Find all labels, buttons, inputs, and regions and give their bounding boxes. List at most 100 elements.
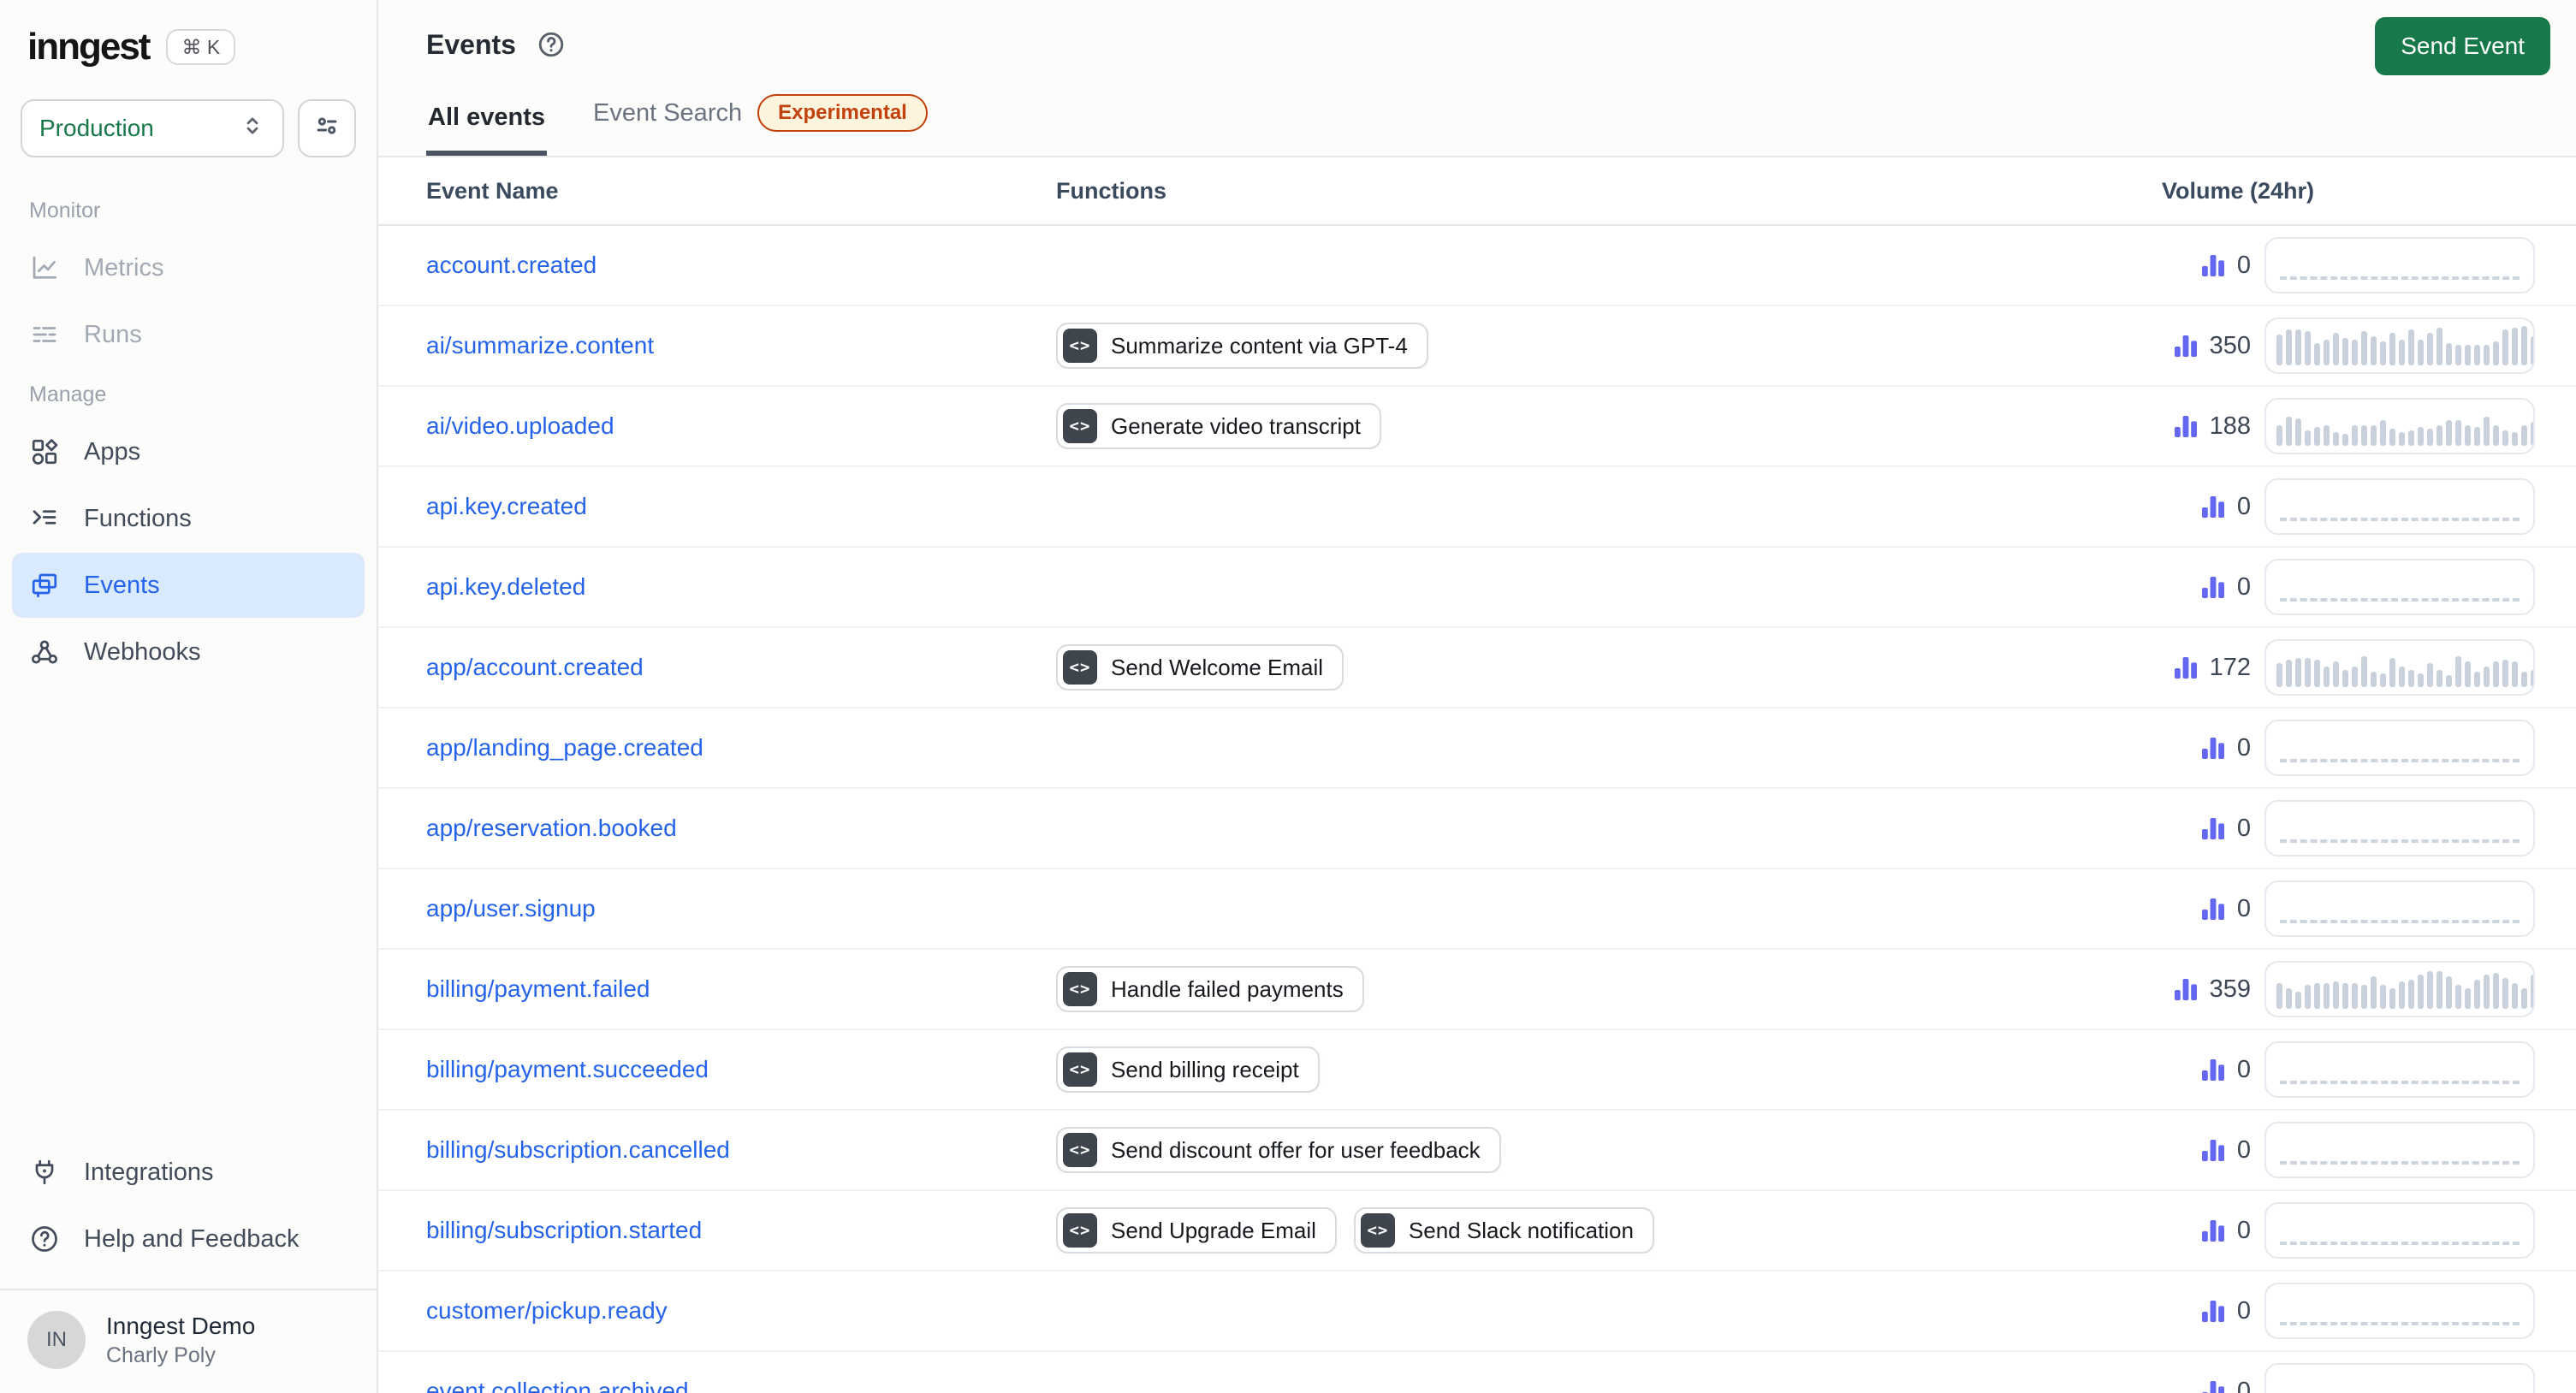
bar-chart-icon [2201, 898, 2224, 920]
event-name-link[interactable]: event.collection.archived [426, 1378, 1042, 1393]
event-name-link[interactable]: billing/subscription.started [426, 1217, 1042, 1244]
table-row: event.collection.archived 0 [378, 1352, 2576, 1393]
function-badge[interactable]: <> Send Upgrade Email [1056, 1207, 1337, 1254]
volume-count: 0 [2093, 895, 2251, 923]
column-header-functions: Functions [1056, 177, 1166, 204]
help-circle-icon [29, 1224, 60, 1254]
function-badge[interactable]: <> Send Slack notification [1353, 1207, 1654, 1254]
volume-count: 0 [2093, 252, 2251, 280]
sidebar: inngest ⌘ K Production Monitor Metrics Run… [0, 0, 378, 1393]
volume-sparkline [2264, 317, 2535, 374]
volume-count: 0 [2093, 1297, 2251, 1325]
inngest-logo: inngest [27, 26, 151, 68]
table-row: customer/pickup.ready 0 [378, 1271, 2576, 1352]
page-title: Events [426, 28, 516, 60]
column-header-event-name: Event Name [426, 177, 559, 204]
function-name: Send Welcome Email [1111, 654, 1324, 680]
table-row: billing/subscription.cancelled <> Send dis… [378, 1111, 2576, 1191]
sidebar-item-label: Webhooks [84, 637, 201, 666]
table-row: billing/payment.failed <> Handle failed pa… [378, 950, 2576, 1030]
volume-count: 0 [2093, 493, 2251, 521]
table-row: ai/video.uploaded <> Generate video transc… [378, 387, 2576, 467]
bar-chart-icon [2201, 496, 2224, 518]
volume-number: 0 [2236, 1296, 2251, 1325]
volume-sparkline [2264, 1283, 2535, 1339]
command-k-shortcut[interactable]: ⌘ K [166, 29, 236, 65]
function-badge[interactable]: <> Send billing receipt [1056, 1046, 1320, 1093]
sidebar-item-apps[interactable]: Apps [12, 419, 365, 484]
event-name-link[interactable]: billing/subscription.cancelled [426, 1136, 1042, 1164]
apps-icon [29, 436, 60, 467]
volume-sparkline [2264, 1202, 2535, 1259]
functions-cell: <> Summarize content via GPT-4 [1056, 323, 2080, 369]
event-name-link[interactable]: api.key.deleted [426, 573, 1042, 601]
sidebar-item-runs[interactable]: Runs [12, 302, 365, 367]
zero-volume-baseline [2280, 839, 2520, 843]
tab-all-events[interactable]: All events [426, 97, 547, 156]
volume-count: 359 [2093, 975, 2251, 1004]
table-row: billing/payment.succeeded <> Send billing … [378, 1030, 2576, 1111]
volume-count: 0 [2093, 1217, 2251, 1245]
volume-count: 172 [2093, 654, 2251, 682]
function-badge[interactable]: <> Generate video transcript [1056, 403, 1381, 449]
volume-count: 0 [2093, 734, 2251, 762]
sidebar-item-help-and-feedback[interactable]: Help and Feedback [12, 1206, 365, 1271]
send-event-button[interactable]: Send Event [2375, 17, 2550, 75]
volume-number: 0 [2236, 1055, 2251, 1083]
event-name-link[interactable]: billing/payment.succeeded [426, 1056, 1042, 1083]
event-name-link[interactable]: customer/pickup.ready [426, 1297, 1042, 1325]
event-name-link[interactable]: billing/payment.failed [426, 975, 1042, 1003]
table-row: app/account.created <> Send Welcome Email 1… [378, 628, 2576, 708]
function-name: Send Upgrade Email [1111, 1217, 1316, 1243]
volume-count: 0 [2093, 573, 2251, 602]
table-row: app/landing_page.created 0 [378, 708, 2576, 789]
table-row: app/user.signup 0 [378, 869, 2576, 950]
function-badge[interactable]: <> Summarize content via GPT-4 [1056, 323, 1428, 369]
user-name: Inngest Demo [106, 1313, 256, 1339]
sidebar-item-webhooks[interactable]: Webhooks [12, 619, 365, 685]
functions-cell: <> Generate video transcript [1056, 403, 2080, 449]
event-name-link[interactable]: app/account.created [426, 654, 1042, 681]
environment-settings-button[interactable] [298, 99, 356, 157]
event-name-link[interactable]: app/user.signup [426, 895, 1042, 922]
sidebar-item-integrations[interactable]: Integrations [12, 1140, 365, 1205]
event-name-link[interactable]: account.created [426, 252, 1042, 279]
sidebar-item-events[interactable]: Events [12, 553, 365, 618]
function-badge[interactable]: <> Send Welcome Email [1056, 644, 1344, 691]
volume-number: 0 [2236, 894, 2251, 922]
sidebar-item-metrics[interactable]: Metrics [12, 235, 365, 300]
function-badge[interactable]: <> Send discount offer for user feedback [1056, 1127, 1501, 1173]
event-name-link[interactable]: app/reservation.booked [426, 815, 1042, 842]
chevron-up-down-icon [240, 113, 265, 145]
help-circle-icon[interactable] [537, 30, 566, 59]
bar-chart-icon [2201, 577, 2224, 598]
function-badge[interactable]: <> Handle failed payments [1056, 966, 1364, 1012]
event-name-link[interactable]: api.key.created [426, 493, 1042, 520]
environment-selector[interactable]: Production [21, 99, 284, 157]
volume-number: 0 [2236, 814, 2251, 842]
bar-chart-icon [2174, 416, 2197, 437]
volume-count: 0 [2093, 1056, 2251, 1084]
zero-volume-baseline [2280, 276, 2520, 280]
function-name: Handle failed payments [1111, 975, 1344, 1002]
volume-number: 359 [2209, 975, 2251, 1003]
function-name: Summarize content via GPT-4 [1111, 332, 1408, 359]
function-name: Send billing receipt [1111, 1056, 1299, 1082]
tab-event-search[interactable]: Event Search Experimental [591, 87, 929, 156]
event-name-link[interactable]: ai/video.uploaded [426, 412, 1042, 440]
volume-number: 0 [2236, 1216, 2251, 1244]
events-table: Event Name Functions Volume (24hr) accou… [378, 156, 2576, 1393]
volume-number: 0 [2236, 251, 2251, 279]
table-row: api.key.created 0 [378, 467, 2576, 548]
table-row: app/reservation.booked 0 [378, 789, 2576, 869]
event-name-link[interactable]: app/landing_page.created [426, 734, 1042, 762]
volume-sparkline [2264, 398, 2535, 454]
zero-volume-baseline [2280, 1322, 2520, 1325]
sidebar-item-label: Help and Feedback [84, 1224, 300, 1253]
volume-sparkline [2264, 237, 2535, 293]
volume-number: 0 [2236, 1135, 2251, 1164]
sidebar-item-functions[interactable]: Functions [12, 486, 365, 551]
event-name-link[interactable]: ai/summarize.content [426, 332, 1042, 359]
user-menu[interactable]: IN Inngest Demo Charly Poly [0, 1290, 377, 1393]
functions-cell: <> Handle failed payments [1056, 966, 2080, 1012]
